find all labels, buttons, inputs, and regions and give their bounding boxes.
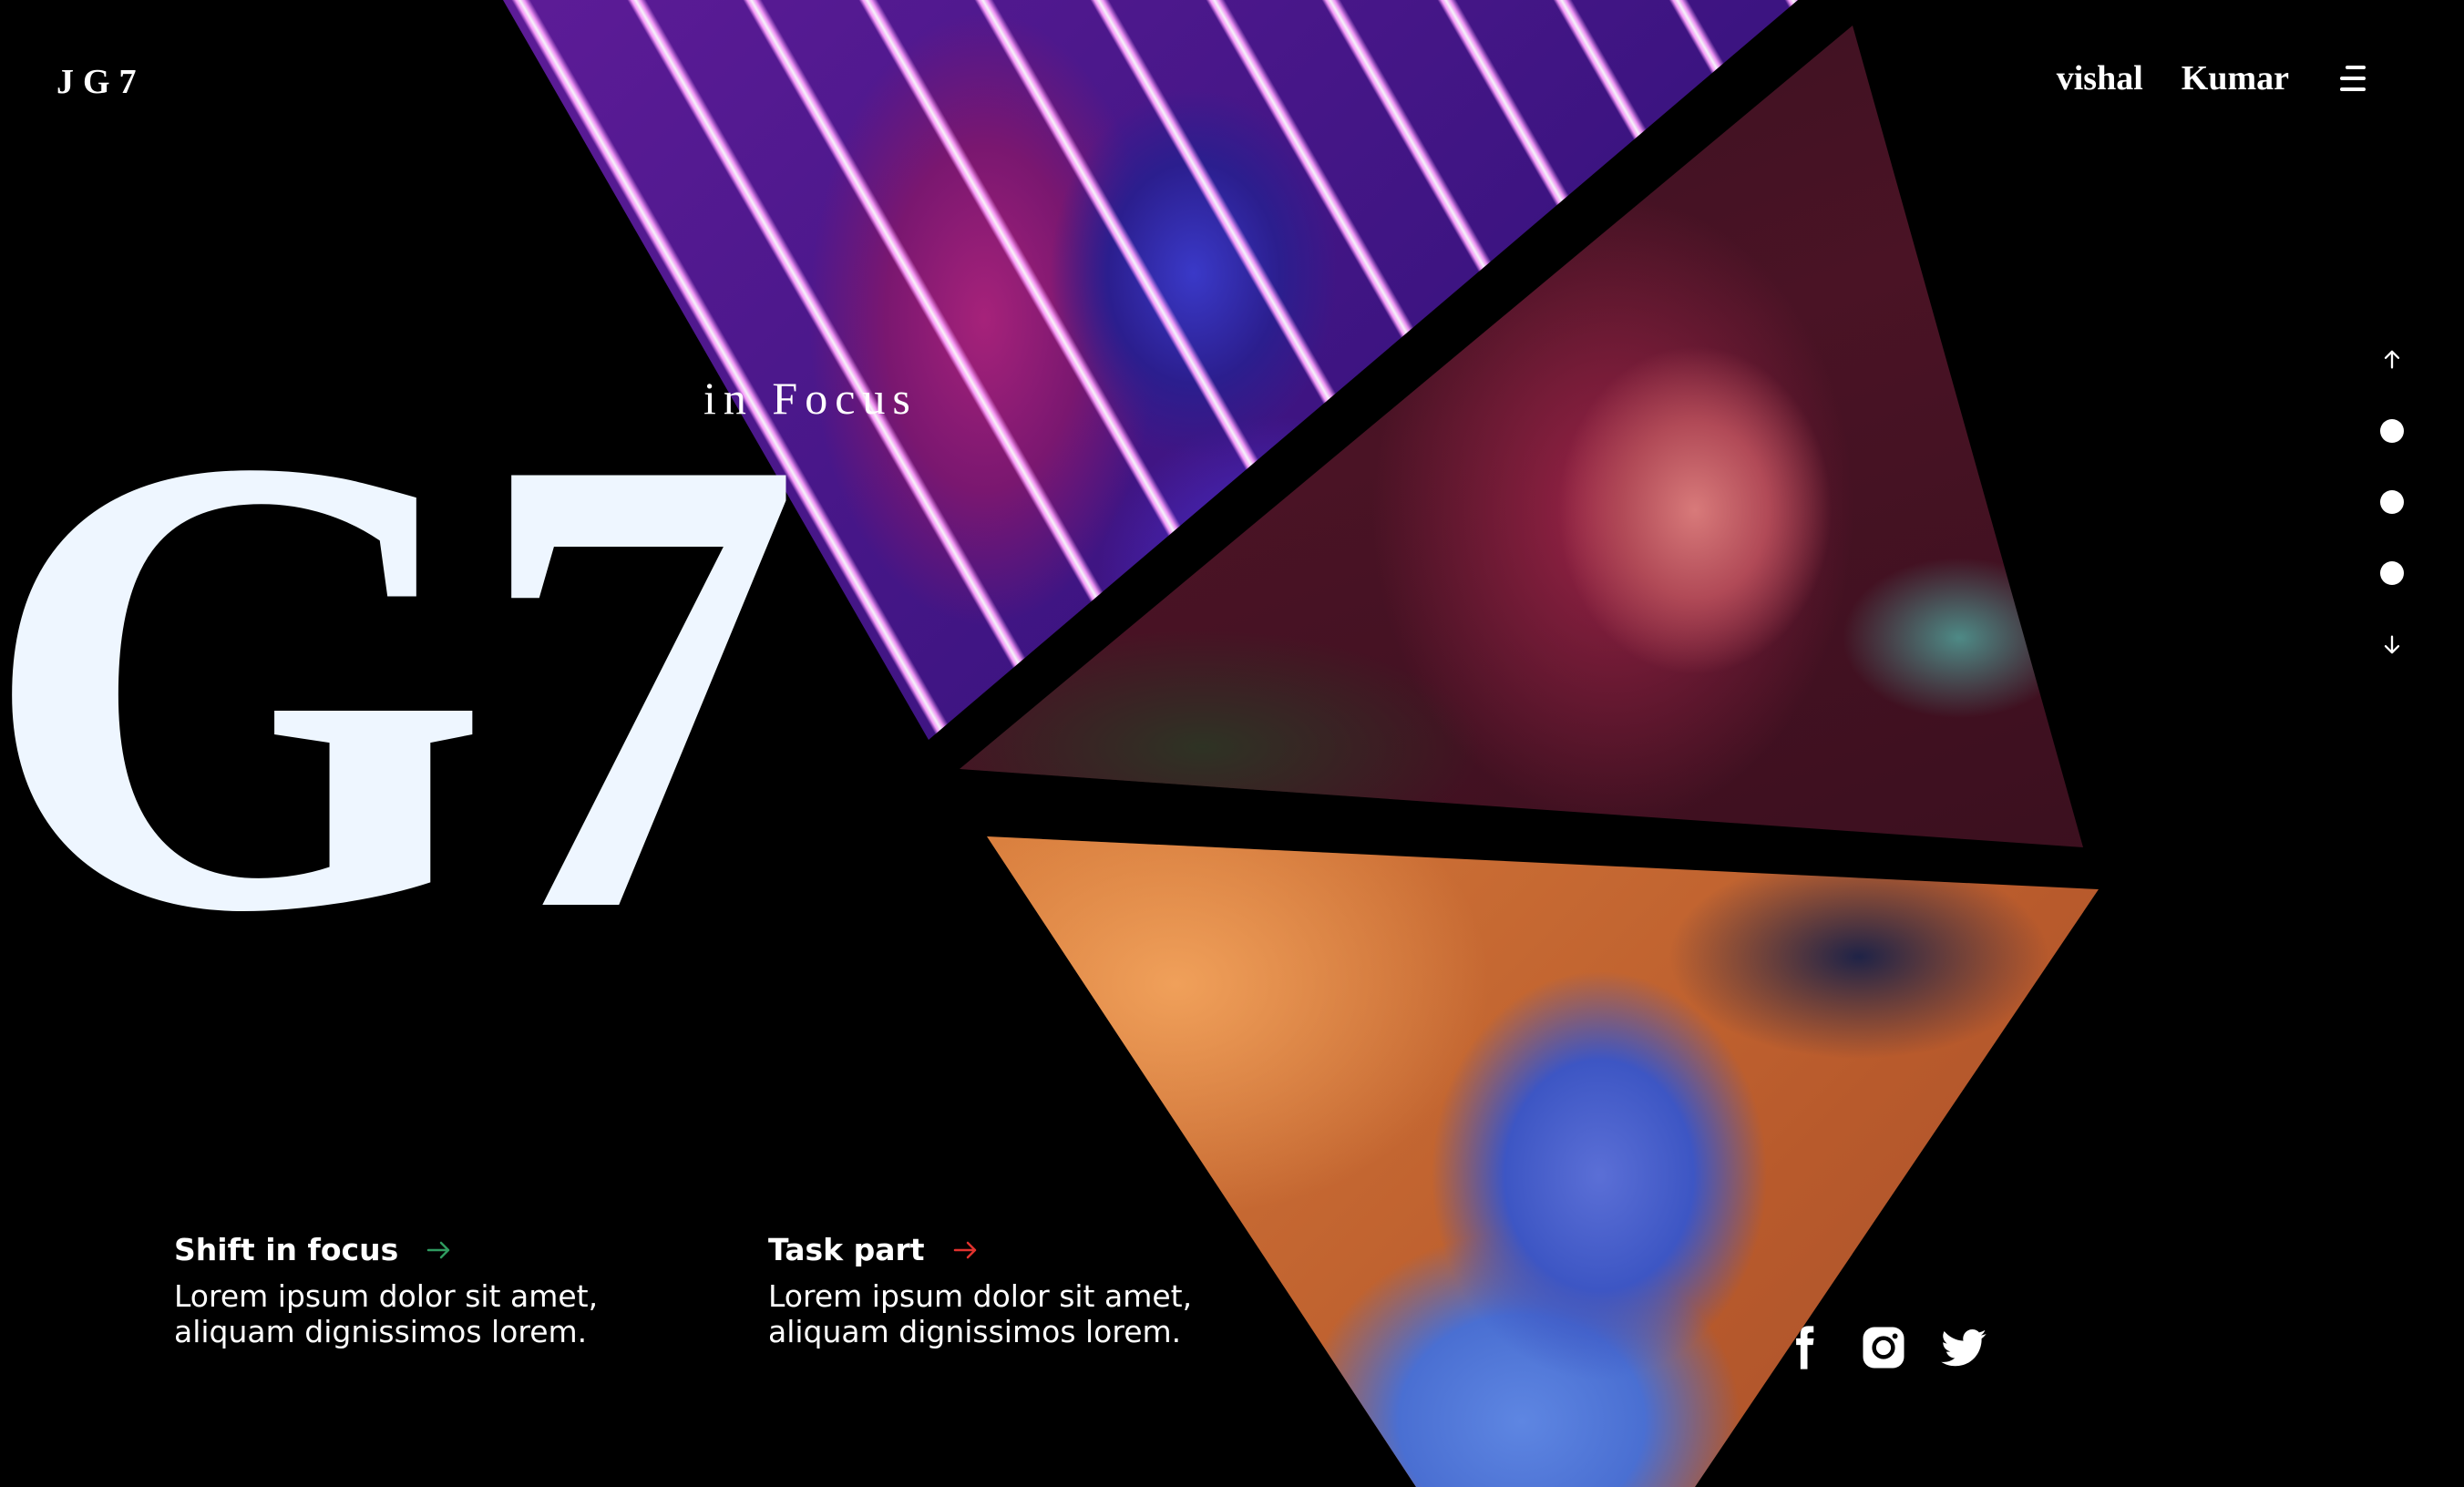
instagram-icon[interactable] [1859, 1323, 1908, 1372]
top-nav: vishal Kumar [2057, 58, 2366, 98]
pager-dot-3[interactable] [2380, 561, 2404, 585]
arrow-right-icon [953, 1241, 976, 1258]
nav-link-vishal[interactable]: vishal [2057, 58, 2143, 98]
nav-link-kumar[interactable]: Kumar [2182, 58, 2289, 98]
feature-description: Lorem ipsum dolor sit amet, aliquam dign… [768, 1278, 1193, 1349]
arrow-right-icon [426, 1241, 450, 1258]
brand-logo[interactable]: JG7 [56, 62, 146, 102]
pager-dot-1[interactable] [2380, 419, 2404, 443]
pager-dot-2[interactable] [2380, 490, 2404, 514]
feature-link-task-part[interactable]: Task part [768, 1232, 1242, 1267]
social-links [1779, 1323, 1988, 1372]
feature-title: Shift in focus [174, 1232, 399, 1267]
feature-link-shift-in-focus[interactable]: Shift in focus [174, 1232, 648, 1267]
twitter-icon[interactable] [1939, 1323, 1988, 1372]
arrow-down-icon[interactable] [2379, 632, 2405, 658]
feature-task-part: Task part Lorem ipsum dolor sit amet, al… [768, 1232, 1242, 1349]
hero-subtitle: in Focus [703, 373, 918, 424]
feature-shift-in-focus: Shift in focus Lorem ipsum dolor sit ame… [174, 1232, 648, 1349]
hero-title: G7 [0, 320, 802, 1047]
feature-title: Task part [768, 1232, 925, 1267]
menu-icon[interactable] [2333, 64, 2366, 93]
slide-pager [2367, 346, 2417, 658]
arrow-up-icon[interactable] [2379, 346, 2405, 372]
feature-description: Lorem ipsum dolor sit amet, aliquam dign… [174, 1278, 599, 1349]
facebook-icon[interactable] [1779, 1323, 1828, 1372]
